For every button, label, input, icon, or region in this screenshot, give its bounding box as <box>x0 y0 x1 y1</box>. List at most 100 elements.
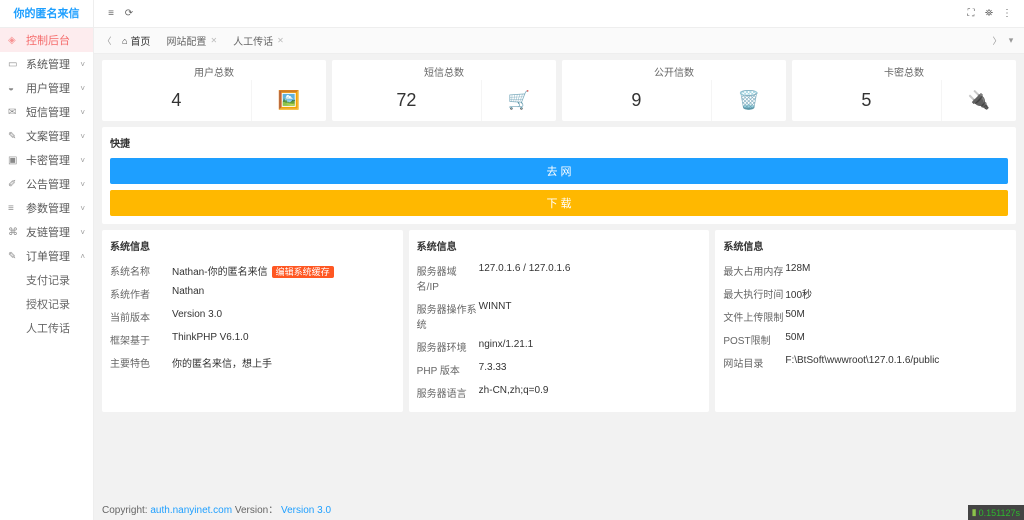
tab-prev-icon[interactable]: 〈 <box>100 34 114 47</box>
menu-label: 公告管理 <box>26 176 70 192</box>
cache-badge[interactable]: 编辑系统缓存 <box>272 266 334 278</box>
stat-icon: 🔌 <box>941 80 1016 121</box>
info-row: 文件上传限制50M <box>723 305 1008 328</box>
info-key: 最大执行时间 <box>723 286 785 301</box>
sidebar-item-6[interactable]: ✐公告管理˅ <box>0 172 93 196</box>
info-row: 服务器语言zh-CN,zh;q=0.9 <box>417 381 702 404</box>
info-row: POST限制50M <box>723 328 1008 351</box>
menu-icon: ✐ <box>8 179 20 190</box>
tab-1[interactable]: 网站配置✕ <box>158 33 225 48</box>
menu-label: 文案管理 <box>26 128 70 144</box>
chevron-icon: ˅ <box>80 132 85 141</box>
tab-next-icon[interactable]: 〉 <box>990 34 1004 47</box>
menu-icon: ▣ <box>8 155 20 166</box>
more-icon[interactable]: ⋮ <box>998 8 1016 19</box>
info-value: WINNT <box>479 301 512 331</box>
refresh-icon[interactable]: ⟳ <box>120 8 138 19</box>
tab-menu-icon[interactable]: ▾ <box>1004 35 1018 46</box>
home-icon: ⌂ <box>122 36 127 46</box>
stat-title: 卡密总数 <box>792 60 1016 80</box>
menu-label: 授权记录 <box>26 296 70 312</box>
tab-2[interactable]: 人工传话 ✕ <box>225 33 292 48</box>
info-value: Nathan <box>172 286 204 301</box>
tab-label: 人工传话 <box>233 33 273 48</box>
menu-icon: ✎ <box>8 251 20 262</box>
info-row: 最大执行时间100秒 <box>723 282 1008 305</box>
sidebar-item-10[interactable]: 支付记录 <box>0 268 93 292</box>
info-key: 服务器操作系统 <box>417 301 479 331</box>
footer-link[interactable]: auth.nanyinet.com <box>150 505 232 516</box>
menu-icon: ◒ <box>8 83 20 94</box>
stat-value: 4 <box>102 80 251 121</box>
stat-icon: 🗑️ <box>711 80 786 121</box>
sidebar-item-2[interactable]: ◒用户管理˅ <box>0 76 93 100</box>
sidebar-item-12[interactable]: 人工传话 <box>0 316 93 340</box>
sidebar-item-9[interactable]: ✎订单管理˄ <box>0 244 93 268</box>
stat-title: 公开信数 <box>562 60 786 80</box>
stat-value: 5 <box>792 80 941 121</box>
info-row: 网站目录F:\BtSoft\wwwroot\127.0.1.6/public <box>723 351 1008 374</box>
info-row: 服务器域名/IP127.0.1.6 / 127.0.1.6 <box>417 259 702 297</box>
info-key: PHP 版本 <box>417 362 479 377</box>
info-row: 主要特色你的匿名来信，想上手 <box>110 351 395 374</box>
info-header: 系统信息 <box>723 238 1008 253</box>
stat-icon: 🖼️ <box>251 80 326 121</box>
info-key: 当前版本 <box>110 309 172 324</box>
info-value: 50M <box>785 332 804 347</box>
info-key: 服务器环境 <box>417 339 479 354</box>
info-value: 7.3.33 <box>479 362 507 377</box>
menu-label: 控制后台 <box>26 32 70 48</box>
chevron-icon: ˅ <box>80 108 85 117</box>
tab-label: 首页 <box>130 33 150 48</box>
info-key: 服务器域名/IP <box>417 263 479 293</box>
info-value: 127.0.1.6 / 127.0.1.6 <box>479 263 571 293</box>
menu-label: 系统管理 <box>26 56 70 72</box>
info-header: 系统信息 <box>417 238 702 253</box>
fullscreen-icon[interactable]: ⛶ <box>962 8 980 19</box>
info-row: 系统名称Nathan-你的匿名来信编辑系统缓存 <box>110 259 395 282</box>
info-value: 你的匿名来信，想上手 <box>172 355 272 370</box>
sidebar-item-8[interactable]: ⌘友链管理˅ <box>0 220 93 244</box>
info-key: 框架基于 <box>110 332 172 347</box>
sidebar-item-5[interactable]: ▣ 卡密管理 ˅ <box>0 148 93 172</box>
menu-label: 订单管理 <box>26 248 70 264</box>
footer-version[interactable]: Version 3.0 <box>281 505 331 516</box>
tab-0[interactable]: ⌂首页 <box>114 33 158 48</box>
info-value: Version 3.0 <box>172 309 222 324</box>
sidebar-item-7[interactable]: ≡参数管理˅ <box>0 196 93 220</box>
sidebar-item-1[interactable]: ▭系统管理˅ <box>0 52 93 76</box>
chevron-icon: ˅ <box>80 156 85 165</box>
menu-label: 人工传话 <box>26 320 70 336</box>
info-key: 文件上传限制 <box>723 309 785 324</box>
info-row: PHP 版本7.3.33 <box>417 358 702 381</box>
menu-toggle-icon[interactable]: ≡ <box>102 8 120 19</box>
goto-site-button[interactable]: 去 网 <box>110 158 1008 184</box>
download-button[interactable]: 下 载 <box>110 190 1008 216</box>
shortcut-header: 快捷 <box>110 135 1008 150</box>
sidebar-item-3[interactable]: ✉短信管理˅ <box>0 100 93 124</box>
info-value: Nathan-你的匿名来信编辑系统缓存 <box>172 263 334 278</box>
close-icon[interactable]: ✕ <box>277 36 284 45</box>
info-header: 系统信息 <box>110 238 395 253</box>
chevron-icon: ˅ <box>80 228 85 237</box>
sidebar-item-0[interactable]: ◈控制后台 <box>0 28 93 52</box>
sidebar-item-11[interactable]: 授权记录 <box>0 292 93 316</box>
info-value: 128M <box>785 263 810 278</box>
menu-label: 短信管理 <box>26 104 70 120</box>
info-key: 系统名称 <box>110 263 172 278</box>
logo: 你的匿名来信 <box>0 0 93 28</box>
close-icon[interactable]: ✕ <box>210 36 217 45</box>
info-value: zh-CN,zh;q=0.9 <box>479 385 549 400</box>
stat-value: 72 <box>332 80 481 121</box>
stat-value: 9 <box>562 80 711 121</box>
user-icon[interactable]: ⛯ <box>980 8 998 19</box>
info-key: 网站目录 <box>723 355 785 370</box>
menu-icon: ≡ <box>8 203 20 214</box>
menu-label: 卡密管理 <box>26 152 70 168</box>
info-row: 服务器操作系统WINNT <box>417 297 702 335</box>
info-row: 框架基于ThinkPHP V6.1.0 <box>110 328 395 351</box>
chevron-icon: ˅ <box>80 84 85 93</box>
sidebar-item-4[interactable]: ✎文案管理˅ <box>0 124 93 148</box>
info-value: 50M <box>785 309 804 324</box>
stat-card-0: 用户总数4🖼️ <box>102 60 326 121</box>
